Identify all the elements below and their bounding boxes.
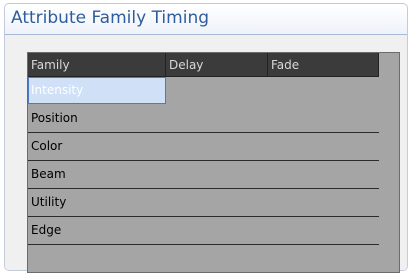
panel-header: Attribute Family Timing <box>5 4 407 35</box>
column-header-delay[interactable]: Delay <box>166 53 268 77</box>
grid-row-utility[interactable]: Utility <box>28 189 379 217</box>
family-cell[interactable]: Beam <box>28 161 166 188</box>
grid-row-position[interactable]: Position <box>28 105 379 133</box>
family-cell[interactable]: Color <box>28 133 166 160</box>
grid-row-intensity[interactable]: Intensity <box>28 77 379 105</box>
grid-rows: Intensity Position Color Beam Utility Ed… <box>28 77 379 245</box>
attribute-family-timing-panel: Attribute Family Timing Family Delay Fad… <box>4 3 408 273</box>
family-cell[interactable]: Edge <box>28 217 166 244</box>
column-header-fade[interactable]: Fade <box>268 53 379 77</box>
grid-header: Family Delay Fade <box>28 53 379 77</box>
family-timing-grid: Family Delay Fade Intensity Position Col… <box>27 52 400 273</box>
panel-body: Family Delay Fade Intensity Position Col… <box>5 35 407 273</box>
family-cell[interactable]: Utility <box>28 189 166 216</box>
panel-title: Attribute Family Timing <box>11 8 210 28</box>
grid-row-beam[interactable]: Beam <box>28 161 379 189</box>
column-header-family[interactable]: Family <box>28 53 166 77</box>
family-cell[interactable]: Intensity <box>28 77 166 104</box>
family-cell[interactable]: Position <box>28 105 166 132</box>
grid-row-color[interactable]: Color <box>28 133 379 161</box>
grid-row-edge[interactable]: Edge <box>28 217 379 245</box>
